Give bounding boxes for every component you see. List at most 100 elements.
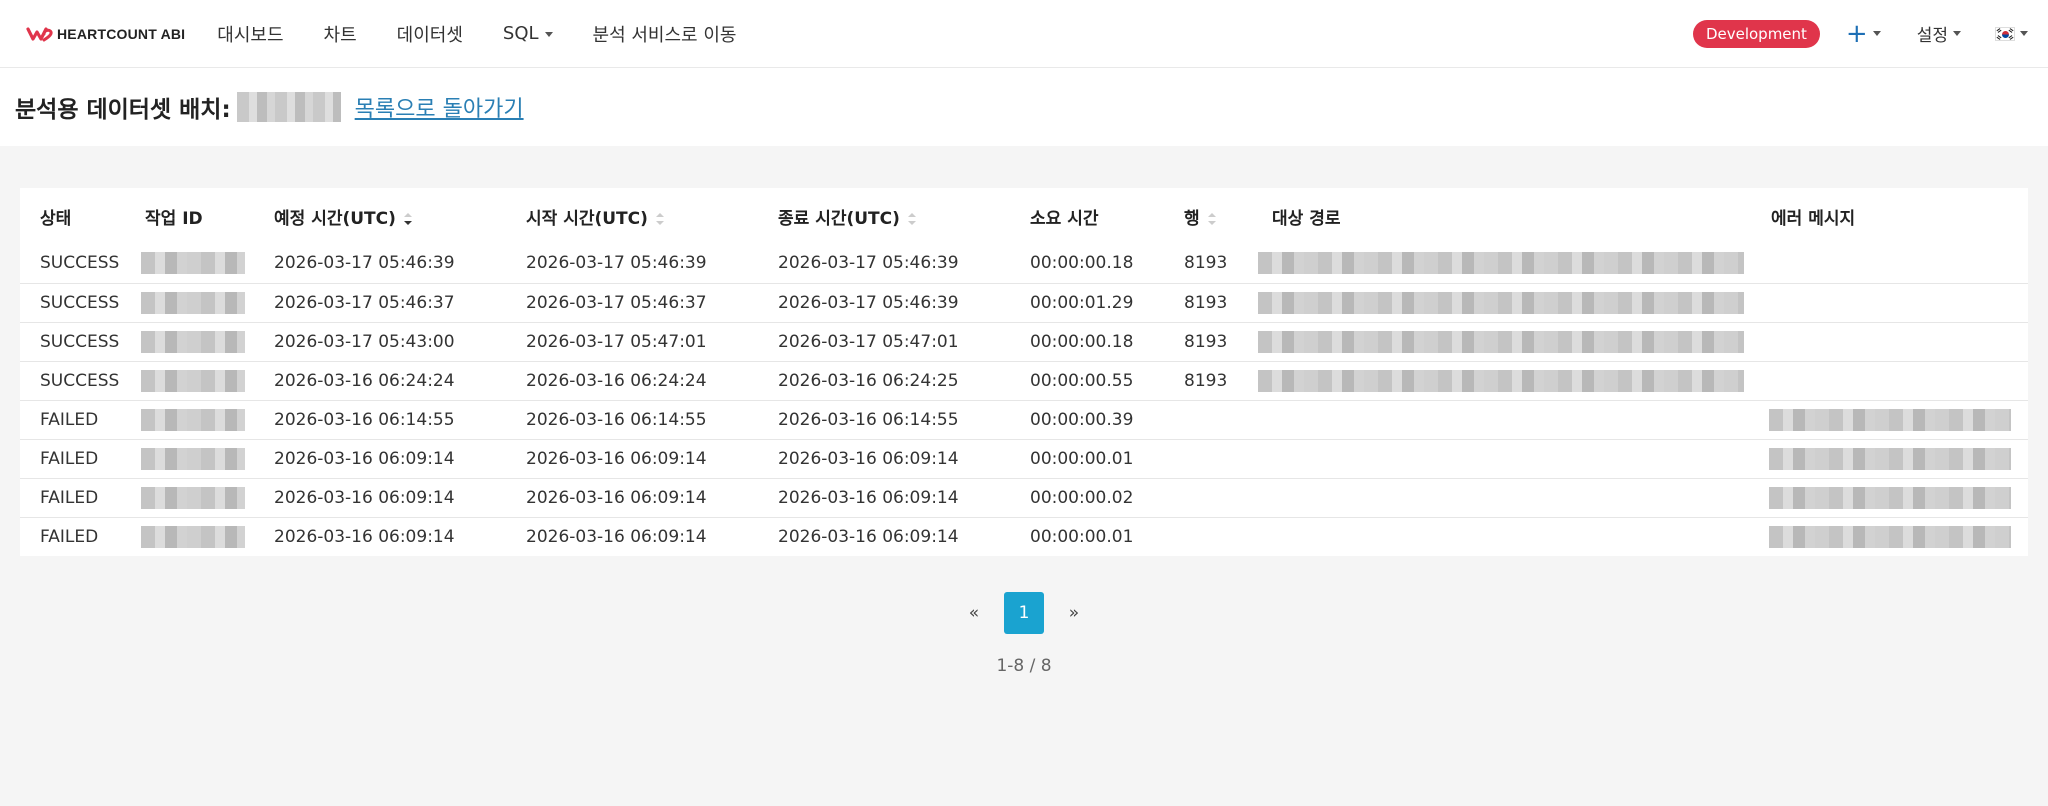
cell-error-message xyxy=(1769,399,2028,439)
next-page-button[interactable]: » xyxy=(1054,592,1094,634)
korea-flag-icon xyxy=(1995,26,2015,41)
cell-end-time: 2026-03-17 05:46:39 xyxy=(778,253,959,274)
cell-target-path xyxy=(1258,244,1771,283)
nav-item-dashboard[interactable]: 대시보드 xyxy=(217,21,283,47)
cell-duration: 00:00:00.18 xyxy=(1030,321,1184,361)
cell-status: SUCCESS xyxy=(20,360,141,400)
redacted-job-id xyxy=(141,291,245,314)
cell-rows xyxy=(1184,438,1266,478)
cell-end-time: 2026-03-16 06:14:55 xyxy=(778,399,1030,439)
cell-scheduled-time: 2026-03-16 06:14:55 xyxy=(274,399,526,439)
cell-end-time: 2026-03-16 06:09:14 xyxy=(778,438,1030,478)
table-header-row: 상태 작업 ID 예정 시간(UTC) 시작 시간(UTC) 종료 시간(UTC… xyxy=(20,188,2028,244)
column-header-start-time[interactable]: 시작 시간(UTC) xyxy=(526,188,778,244)
cell-scheduled-time: 2026-03-17 05:46:39 xyxy=(274,253,455,274)
redacted-error-message xyxy=(1769,486,2011,509)
cell-start-time: 2026-03-16 06:09:14 xyxy=(526,438,778,478)
column-header-label: 행 xyxy=(1184,208,1200,229)
cell-scheduled-time: 2026-03-17 05:46:37 xyxy=(274,282,526,322)
cell-start-time: 2026-03-16 06:09:14 xyxy=(526,516,778,556)
column-header-error-message[interactable]: 에러 메시지 xyxy=(1771,188,2028,244)
add-button[interactable]: + xyxy=(1846,21,1881,47)
redacted-error-message xyxy=(1769,408,2011,431)
redacted-error-message xyxy=(1769,447,2011,470)
cell-rows: 8193 xyxy=(1184,253,1228,274)
cell-error-message xyxy=(1771,360,2028,400)
cell-end-time: 2026-03-17 05:46:39 xyxy=(778,282,1030,322)
nav-item-sql[interactable]: SQL xyxy=(503,23,553,44)
nav-item-analysis-service[interactable]: 분석 서비스로 이동 xyxy=(593,21,737,47)
column-header-scheduled-time[interactable]: 예정 시간(UTC) xyxy=(274,188,526,244)
redacted-job-id xyxy=(141,447,245,470)
cell-duration: 00:00:00.39 xyxy=(1030,399,1184,439)
prev-page-button[interactable]: « xyxy=(954,592,994,634)
brand-name: HEARTCOUNT ABI xyxy=(57,25,186,42)
top-navbar: HEARTCOUNT ABI 대시보드 차트 데이터셋 SQL 분석 서비스로 … xyxy=(0,0,2048,68)
redacted-job-id xyxy=(141,369,245,392)
nav-item-chart[interactable]: 차트 xyxy=(324,21,357,47)
nav-item-dataset[interactable]: 데이터셋 xyxy=(397,21,463,47)
cell-end-time: 2026-03-17 05:47:01 xyxy=(778,321,1030,361)
sort-desc-icon[interactable] xyxy=(403,212,412,225)
cell-end-time: 2026-03-16 06:09:14 xyxy=(778,516,1030,556)
cell-target-path xyxy=(1258,360,1771,400)
cell-scheduled-time: 2026-03-16 06:09:14 xyxy=(274,477,526,517)
table-row: SUCCESS 2026-03-17 05:46:39 2026-03-17 05:… xyxy=(20,244,2028,283)
cell-end-time: 2026-03-16 06:09:14 xyxy=(778,477,1030,517)
cell-status: SUCCESS xyxy=(40,253,120,274)
cell-scheduled-time: 2026-03-16 06:24:24 xyxy=(274,360,526,400)
cell-error-message xyxy=(1769,438,2028,478)
table-row: FAILED 2026-03-16 06:09:14 2026-03-16 06:0… xyxy=(20,477,2028,517)
cell-error-message xyxy=(1769,477,2028,517)
page-title: 분석용 데이터셋 배치: xyxy=(15,97,231,123)
table-row: FAILED 2026-03-16 06:09:14 2026-03-16 06:0… xyxy=(20,516,2028,556)
nav-right: Development + 설정 xyxy=(1692,19,2028,48)
chevron-down-icon xyxy=(2020,31,2028,36)
column-header-target-path[interactable]: 대상 경로 xyxy=(1266,188,1771,244)
cell-end-time: 2026-03-16 06:24:25 xyxy=(778,360,1030,400)
column-header-duration[interactable]: 소요 시간 xyxy=(1030,188,1184,244)
cell-rows: 8193 xyxy=(1184,360,1266,400)
batch-table: 상태 작업 ID 예정 시간(UTC) 시작 시간(UTC) 종료 시간(UTC… xyxy=(20,188,2028,556)
cell-status: SUCCESS xyxy=(20,282,141,322)
cell-duration: 00:00:00.55 xyxy=(1030,360,1184,400)
column-header-job-id[interactable]: 작업 ID xyxy=(141,188,274,244)
page-header: 분석용 데이터셋 배치: 목록으로 돌아가기 xyxy=(0,68,2048,146)
cell-start-time: 2026-03-16 06:24:24 xyxy=(526,360,778,400)
cell-error-message xyxy=(1769,516,2028,556)
cell-job-id xyxy=(141,516,274,556)
cell-duration: 00:00:00.01 xyxy=(1030,516,1184,556)
cell-start-time: 2026-03-17 05:47:01 xyxy=(526,321,778,361)
redacted-job-id xyxy=(141,252,245,275)
redacted-target-path xyxy=(1258,369,1744,392)
cell-start-time: 2026-03-16 06:14:55 xyxy=(526,399,778,439)
redacted-target-path xyxy=(1258,252,1744,275)
redacted-job-id xyxy=(141,525,245,548)
page-1-button[interactable]: 1 xyxy=(1004,592,1044,634)
cell-duration: 00:00:01.29 xyxy=(1030,282,1184,322)
back-to-list-link[interactable]: 목록으로 돌아가기 xyxy=(355,91,524,123)
main-menu: 대시보드 차트 데이터셋 SQL 분석 서비스로 이동 xyxy=(217,21,776,47)
cell-scheduled-time: 2026-03-16 06:09:14 xyxy=(274,438,526,478)
cell-target-path xyxy=(1266,516,1771,556)
column-header-label: 시작 시간(UTC) xyxy=(526,208,648,229)
column-header-end-time[interactable]: 종료 시간(UTC) xyxy=(778,188,1030,244)
cell-status: SUCCESS xyxy=(20,321,141,361)
cell-rows xyxy=(1184,516,1266,556)
settings-menu[interactable]: 설정 xyxy=(1917,21,1961,46)
table-row: SUCCESS 2026-03-17 05:46:37 2026-03-17 05:… xyxy=(20,282,2028,322)
language-selector[interactable] xyxy=(1995,26,2028,41)
settings-label: 설정 xyxy=(1916,26,1948,46)
cell-error-message xyxy=(1771,321,2028,361)
sort-icon[interactable] xyxy=(655,212,664,225)
column-header-rows[interactable]: 행 xyxy=(1184,188,1266,244)
cell-status: FAILED xyxy=(20,399,141,439)
redacted-error-message xyxy=(1769,525,2011,548)
column-header-status[interactable]: 상태 xyxy=(20,188,141,244)
sort-icon[interactable] xyxy=(1207,212,1216,225)
cell-status: FAILED xyxy=(20,477,141,517)
sort-icon[interactable] xyxy=(907,212,916,225)
cell-rows: 8193 xyxy=(1184,321,1266,361)
cell-rows xyxy=(1184,399,1266,439)
brand-logo[interactable]: HEARTCOUNT ABI xyxy=(26,26,185,42)
